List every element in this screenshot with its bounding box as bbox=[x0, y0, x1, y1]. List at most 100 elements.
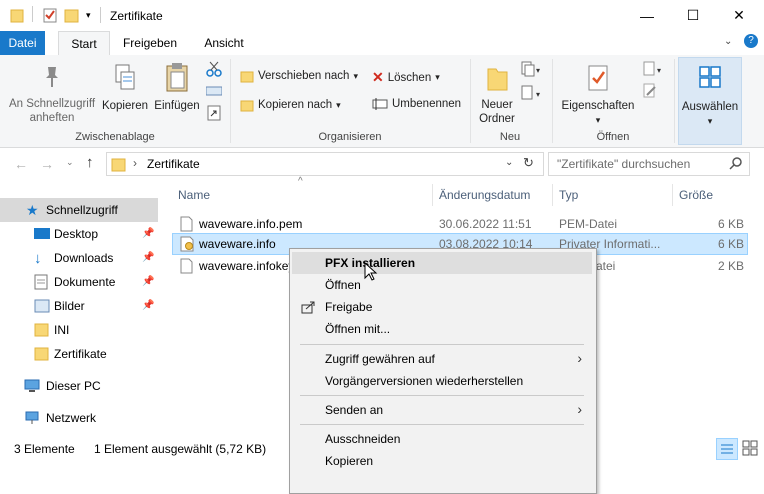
properties-button[interactable]: Eigenschaften ▾ bbox=[558, 63, 638, 127]
nav-item-documents[interactable]: Dokumente 📌 bbox=[0, 270, 158, 294]
easy-access-icon[interactable]: ▾ bbox=[520, 85, 542, 101]
chevron-right-icon: › bbox=[577, 350, 582, 366]
new-item-icon[interactable]: ▾ bbox=[520, 61, 542, 77]
search-input[interactable]: "Zertifikate" durchsuchen bbox=[557, 157, 690, 171]
recent-locations-icon[interactable]: ⌄ bbox=[66, 157, 74, 168]
new-folder-button[interactable]: Neuer Ordner bbox=[476, 63, 518, 126]
dropdown-arrow-icon: ▾ bbox=[595, 115, 601, 125]
menu-item-share[interactable]: Freigabe bbox=[292, 296, 592, 318]
nav-item-this-pc[interactable]: Dieser PC bbox=[0, 374, 158, 398]
rename-icon bbox=[372, 98, 388, 110]
pin-quick-access-button[interactable]: An Schnellzugriff anheften bbox=[4, 63, 100, 125]
menu-item-label: Senden an bbox=[325, 403, 384, 417]
file-row[interactable]: waveware.info.pem 30.06.2022 11:51 PEM-D… bbox=[172, 213, 748, 235]
ribbon-collapse-icon[interactable]: ⌄ bbox=[724, 36, 732, 47]
new-folder-label: Neuer Ordner bbox=[479, 99, 515, 125]
pin-icon: 📌 bbox=[142, 228, 155, 239]
maximize-button[interactable]: ☐ bbox=[670, 0, 716, 31]
refresh-icon[interactable]: ↻ bbox=[523, 155, 534, 171]
tab-file[interactable]: Datei bbox=[0, 31, 45, 55]
menu-item-restore-versions[interactable]: Vorgängerversionen wiederherstellen bbox=[292, 370, 592, 392]
documents-icon bbox=[34, 274, 48, 290]
dropdown-arrow-icon: ▾ bbox=[707, 116, 713, 126]
menu-item-cut[interactable]: Ausschneiden bbox=[292, 428, 592, 450]
svg-text:▾: ▾ bbox=[657, 66, 661, 75]
divider bbox=[674, 59, 675, 143]
sort-indicator-icon: ^ bbox=[298, 176, 303, 187]
svg-text:▾: ▾ bbox=[536, 90, 540, 99]
address-dropdown-icon[interactable]: ⌄ bbox=[505, 157, 513, 168]
paste-button[interactable]: Einfügen bbox=[152, 63, 202, 113]
breadcrumb-current[interactable]: Zertifikate bbox=[147, 157, 200, 171]
nav-item-ini[interactable]: INI bbox=[0, 318, 158, 342]
search-box[interactable]: "Zertifikate" durchsuchen bbox=[548, 152, 750, 176]
folder-icon bbox=[10, 7, 24, 23]
properties-icon bbox=[586, 63, 610, 93]
dropdown-arrow-icon: ▾ bbox=[435, 72, 440, 82]
breadcrumb-separator-icon[interactable]: › bbox=[133, 156, 137, 170]
pin-icon: 📌 bbox=[142, 252, 155, 263]
cut-icon[interactable] bbox=[206, 61, 222, 77]
menu-item-open-with[interactable]: Öffnen mit... bbox=[292, 318, 592, 340]
help-icon[interactable]: ? bbox=[744, 34, 758, 48]
minimize-button[interactable]: — bbox=[624, 0, 670, 31]
nav-item-label: Bilder bbox=[54, 299, 85, 313]
tab-start[interactable]: Start bbox=[58, 31, 110, 56]
menu-separator bbox=[300, 344, 584, 345]
copy-label: Kopieren bbox=[101, 100, 149, 112]
new-group-label: Neu bbox=[499, 131, 521, 143]
nav-item-network[interactable]: Netzwerk bbox=[0, 406, 158, 430]
select-button[interactable]: Auswählen ▾ bbox=[678, 57, 742, 145]
menu-item-grant-access[interactable]: Zugriff gewähren auf › bbox=[292, 348, 592, 370]
paste-shortcut-icon[interactable] bbox=[206, 105, 222, 121]
pin-icon: 📌 bbox=[142, 276, 155, 287]
item-count: 3 Elemente bbox=[14, 442, 75, 456]
menu-item-label: Vorgängerversionen wiederherstellen bbox=[325, 374, 524, 388]
menu-item-open[interactable]: Öffnen bbox=[292, 274, 592, 296]
nav-item-downloads[interactable]: ↓ Downloads 📌 bbox=[0, 246, 158, 270]
nav-item-desktop[interactable]: Desktop 📌 bbox=[0, 222, 158, 246]
up-icon[interactable]: ↑ bbox=[86, 154, 94, 171]
move-to-label: Verschieben nach bbox=[258, 70, 350, 82]
tab-view[interactable]: Ansicht bbox=[190, 31, 258, 55]
desktop-icon bbox=[34, 227, 50, 241]
star-icon: ★ bbox=[26, 201, 39, 218]
copy-path-icon[interactable] bbox=[206, 85, 222, 97]
menu-item-send-to[interactable]: Senden an › bbox=[292, 399, 592, 421]
column-header-type[interactable]: Typ bbox=[559, 188, 578, 202]
menu-item-install-pfx[interactable]: PFX installieren bbox=[292, 252, 592, 274]
menu-item-label: Ausschneiden bbox=[325, 432, 401, 446]
menu-item-copy[interactable]: Kopieren bbox=[292, 450, 592, 472]
copy-button[interactable]: Kopieren bbox=[100, 63, 150, 113]
tab-share[interactable]: Freigeben bbox=[115, 31, 185, 55]
properties-icon[interactable] bbox=[42, 7, 58, 23]
move-to-button[interactable]: Verschieben nach ▾ bbox=[240, 69, 358, 83]
customize-dropdown-icon[interactable]: ▾ bbox=[86, 10, 91, 21]
chevron-right-icon: › bbox=[577, 401, 582, 417]
search-icon[interactable] bbox=[729, 156, 743, 170]
address-bar[interactable]: › Zertifikate ⌄ ↻ bbox=[106, 152, 544, 176]
close-button[interactable]: ✕ bbox=[716, 0, 762, 31]
large-icons-view-icon[interactable] bbox=[742, 440, 758, 456]
rename-button[interactable]: Umbenennen bbox=[372, 98, 461, 110]
column-header-name[interactable]: Name bbox=[178, 188, 210, 202]
open-icon[interactable]: ▾ bbox=[642, 61, 664, 77]
forward-icon[interactable]: → bbox=[40, 156, 54, 172]
nav-item-pictures[interactable]: Bilder 📌 bbox=[0, 294, 158, 318]
nav-item-zertifikate[interactable]: Zertifikate bbox=[0, 342, 158, 366]
organize-group-label: Organisieren bbox=[318, 131, 382, 143]
back-icon[interactable]: ← bbox=[14, 156, 28, 172]
details-view-icon[interactable] bbox=[716, 438, 738, 460]
edit-icon[interactable] bbox=[642, 83, 658, 99]
delete-label: Löschen bbox=[387, 71, 432, 84]
column-header-date[interactable]: Änderungsdatum bbox=[439, 188, 530, 202]
file-type: atei bbox=[596, 259, 616, 273]
new-folder-icon[interactable] bbox=[64, 7, 80, 23]
rename-label: Umbenennen bbox=[392, 98, 462, 110]
copy-to-button[interactable]: Kopieren nach ▾ bbox=[240, 98, 341, 112]
delete-button[interactable]: ✕ Löschen ▾ bbox=[372, 69, 440, 86]
divider bbox=[230, 59, 231, 143]
file-icon bbox=[180, 216, 193, 232]
column-header-size[interactable]: Größe bbox=[679, 188, 713, 202]
nav-item-quick-access[interactable]: ★ Schnellzugriff bbox=[0, 198, 158, 222]
